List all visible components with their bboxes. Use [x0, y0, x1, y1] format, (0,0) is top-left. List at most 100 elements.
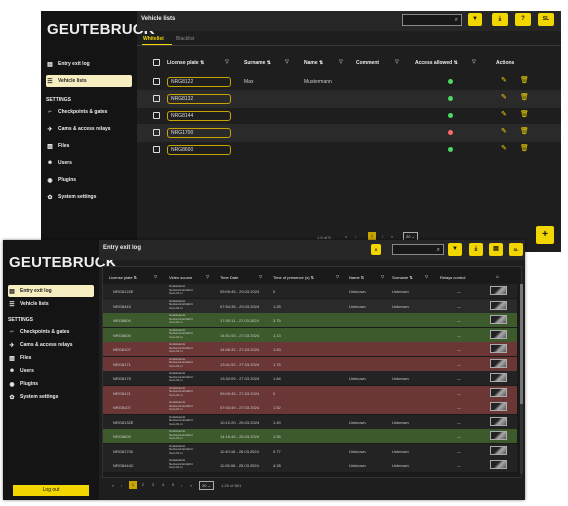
- delete-icon[interactable]: 🗑: [520, 127, 529, 135]
- row-checkbox[interactable]: [153, 78, 160, 85]
- sidebar-item-plugins[interactable]: ◉ Plugins: [8, 378, 94, 390]
- header-surname[interactable]: Surname ⇅: [244, 60, 271, 66]
- table-row[interactable]: NRG8107 Grabdeleink Netzwerk.Einfahrt Cam.0…: [103, 342, 517, 356]
- relay-control-cell[interactable]: —: [457, 362, 461, 367]
- camera-snapshot-thumbnail[interactable]: [490, 460, 507, 469]
- edit-icon[interactable]: ✎: [501, 76, 507, 84]
- table-row[interactable]: NRG8600 Grabdeleink Netzwerk.Einfahrt Cam.0…: [103, 429, 517, 443]
- filter-icon[interactable]: ▽: [225, 59, 229, 65]
- license-plate-field[interactable]: NRG8144: [167, 111, 231, 121]
- tab-whitelist[interactable]: Whitelist: [143, 36, 164, 42]
- sidebar-item-users[interactable]: ☻ Users: [8, 365, 94, 377]
- header-surname[interactable]: Surname ⇅: [392, 275, 413, 280]
- search-input[interactable]: ⌕: [392, 244, 444, 255]
- pagination-prev-icon[interactable]: ‹: [355, 234, 356, 239]
- sidebar-item-entry-exit-log[interactable]: ▤ Entry exit log: [8, 285, 94, 297]
- filter-button[interactable]: ▼: [448, 243, 462, 256]
- relay-control-cell[interactable]: —: [457, 405, 461, 410]
- relay-control-cell[interactable]: —: [457, 463, 461, 468]
- camera-snapshot-thumbnail[interactable]: [490, 300, 507, 310]
- report-button[interactable]: ▤: [489, 243, 503, 256]
- sidebar-item-cams-access-relays[interactable]: ✈ Cams & access relays: [46, 123, 132, 135]
- pagination-page-5[interactable]: 5: [169, 481, 177, 489]
- table-row[interactable]: NRG8175 Grabdeleink Netzwerk.Einfahrt Cam.0…: [103, 371, 517, 385]
- user-avatar-button[interactable]: SL: [509, 243, 523, 256]
- filter-button[interactable]: ▼: [468, 13, 482, 26]
- table-row[interactable]: NRG8600 Grabdeleink Netzwerk.Einfahrt Cam.0…: [103, 313, 517, 327]
- edit-icon[interactable]: ✎: [501, 93, 507, 101]
- camera-snapshot-thumbnail[interactable]: [490, 445, 507, 455]
- row-checkbox[interactable]: [153, 95, 160, 102]
- camera-snapshot-thumbnail[interactable]: [490, 329, 507, 339]
- table-row[interactable]: NRG8132E Grabdeleink Netzwerk.Einfahrt Cam.…: [103, 414, 517, 429]
- delete-icon[interactable]: 🗑: [520, 144, 529, 152]
- header-name[interactable]: Name ⇅: [349, 275, 364, 280]
- row-checkbox[interactable]: [153, 112, 160, 119]
- filter-icon[interactable]: ▽: [425, 274, 428, 279]
- logout-button[interactable]: Log out: [13, 485, 89, 496]
- sidebar-item-system-settings[interactable]: ✿ System settings: [8, 391, 94, 403]
- relay-control-cell[interactable]: —: [457, 449, 461, 454]
- header-access-allowed[interactable]: Access allowed ⇅: [415, 60, 458, 66]
- table-row[interactable]: NRG8122E Grabdeleink Netzwerk.Einfahrt Cam.…: [103, 284, 517, 298]
- relay-control-cell[interactable]: —: [457, 420, 461, 425]
- filter-icon[interactable]: ▽: [336, 274, 339, 279]
- relay-control-cell[interactable]: —: [457, 318, 461, 323]
- table-row[interactable]: NRG8121 Grabdeleink Netzwerk.Einfahrt Cam.0…: [103, 385, 517, 400]
- camera-snapshot-thumbnail[interactable]: [490, 387, 507, 397]
- relay-control-cell[interactable]: —: [457, 434, 461, 439]
- pagination-last-icon[interactable]: »: [391, 234, 393, 239]
- sidebar-item-vehicle-lists[interactable]: ☰ Vehicle lists: [8, 298, 94, 310]
- search-input[interactable]: ⌕: [402, 14, 462, 26]
- select-all-checkbox[interactable]: [153, 59, 160, 66]
- license-plate-field[interactable]: NRG8122: [167, 77, 231, 87]
- row-checkbox[interactable]: [153, 129, 160, 136]
- filter-icon[interactable]: ▽: [259, 274, 262, 279]
- table-row[interactable]: NRG81700 Grabdeleink Netzwerk.Einfahrt Cam.…: [103, 443, 517, 458]
- relay-control-cell[interactable]: —: [457, 289, 461, 294]
- export-button[interactable]: ⤓: [469, 243, 483, 256]
- tab-blacklist[interactable]: Blacklist: [176, 36, 194, 42]
- relay-control-cell[interactable]: —: [457, 347, 461, 352]
- camera-snapshot-thumbnail[interactable]: [490, 402, 507, 411]
- export-button[interactable]: ⤓: [492, 13, 508, 26]
- table-row[interactable]: NRG8107 Grabdeleink Netzwerk.Einfahrt Cam.0…: [103, 400, 517, 414]
- table-row[interactable]: NRG8600 Grabdeleink Netzwerk.Einfahrt Cam.0…: [103, 327, 517, 342]
- header-license-plate[interactable]: License plate ⇅: [167, 60, 204, 66]
- relay-control-cell[interactable]: —: [457, 391, 461, 396]
- pagination-first-icon[interactable]: «: [112, 483, 114, 488]
- header-time-of-presence[interactable]: Time of presence (s) ⇅: [273, 275, 314, 280]
- license-plate-field[interactable]: NRG8600: [167, 145, 231, 155]
- header-comment[interactable]: Comment: [356, 60, 379, 66]
- pagination-first-icon[interactable]: «: [345, 234, 347, 239]
- camera-snapshot-thumbnail[interactable]: [490, 344, 507, 353]
- filter-icon[interactable]: ▽: [339, 59, 343, 65]
- edit-icon[interactable]: ✎: [501, 110, 507, 118]
- camera-snapshot-thumbnail[interactable]: [490, 286, 507, 295]
- camera-snapshot-thumbnail[interactable]: [490, 416, 507, 426]
- filter-icon[interactable]: ▽: [472, 59, 476, 65]
- filter-icon[interactable]: ▽: [154, 274, 157, 279]
- delete-icon[interactable]: 🗑: [520, 110, 529, 118]
- user-avatar-button[interactable]: SL: [538, 13, 554, 26]
- row-checkbox[interactable]: [153, 146, 160, 153]
- pagination-prev-icon[interactable]: ‹: [121, 483, 122, 488]
- camera-snapshot-thumbnail[interactable]: [490, 431, 507, 440]
- sidebar-item-plugins[interactable]: ◉ Plugins: [46, 174, 132, 186]
- sidebar-item-files[interactable]: ▨ Files: [8, 352, 94, 364]
- header-name[interactable]: Name ⇅: [304, 60, 323, 66]
- pagination-next-icon[interactable]: ›: [382, 234, 383, 239]
- license-plate-field[interactable]: NRG8132: [167, 94, 231, 104]
- live-toggle-button[interactable]: ll: [371, 244, 381, 255]
- pagination-page-3[interactable]: 3: [149, 481, 157, 489]
- table-row[interactable]: NRG8443 Grabdeleink Netzwerk.Einfahrt Cam.0…: [103, 298, 517, 313]
- sidebar-item-entry-exit-log[interactable]: ▤ Entry exit log: [46, 58, 132, 70]
- edit-icon[interactable]: ✎: [501, 144, 507, 152]
- camera-snapshot-thumbnail[interactable]: [490, 358, 507, 368]
- relay-control-cell[interactable]: —: [457, 304, 461, 309]
- add-vehicle-button[interactable]: +: [536, 226, 554, 244]
- sidebar-item-system-settings[interactable]: ✿ System settings: [46, 191, 132, 203]
- pagination-next-icon[interactable]: ›: [181, 483, 182, 488]
- pagination-page-4[interactable]: 4: [159, 481, 167, 489]
- sidebar-item-users[interactable]: ☻ Users: [46, 157, 132, 169]
